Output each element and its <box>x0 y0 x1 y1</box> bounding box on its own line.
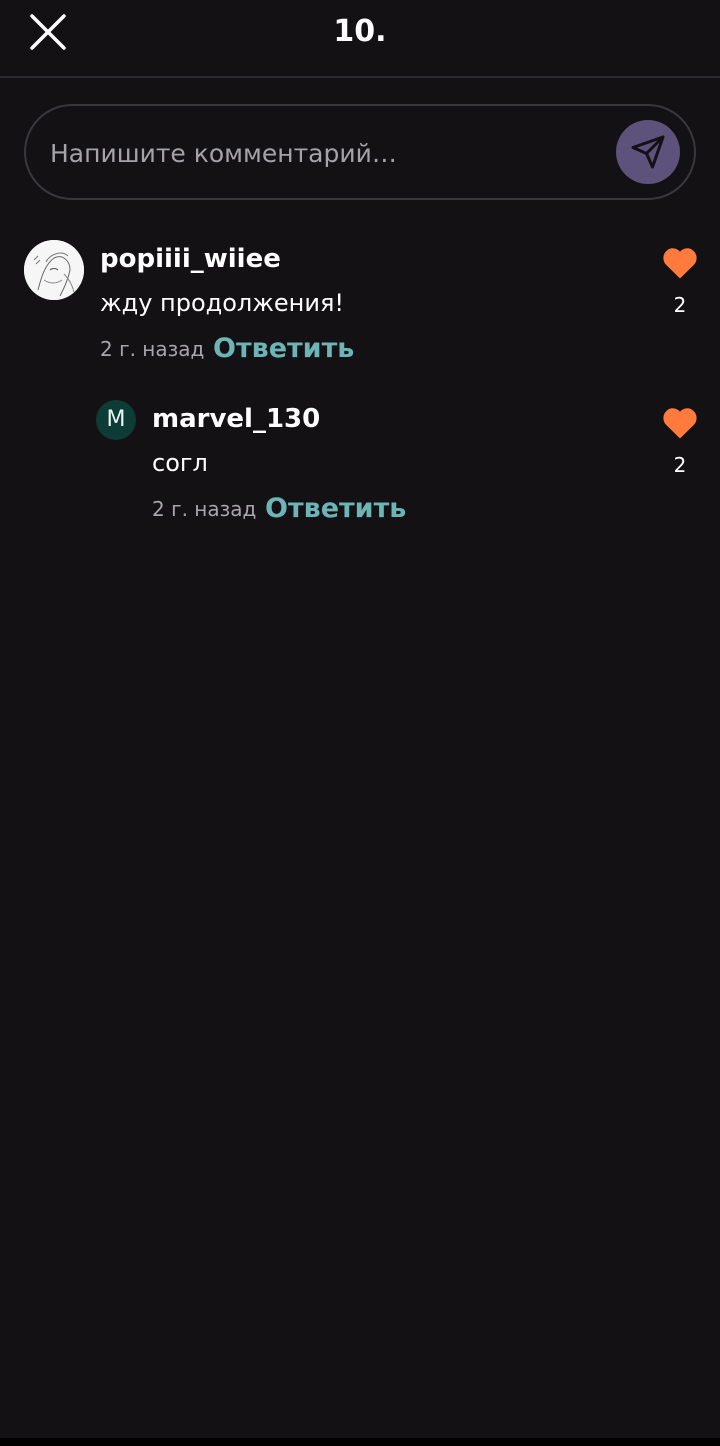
comment-text: согл <box>152 449 208 477</box>
like-count: 2 <box>673 453 687 477</box>
comment-text: жду продолжения! <box>100 289 345 317</box>
avatar[interactable] <box>24 240 84 300</box>
avatar-sketch-image <box>24 240 84 300</box>
page-title: 10. <box>333 14 387 49</box>
avatar[interactable]: M <box>96 400 136 440</box>
heart-icon <box>663 408 697 439</box>
like-button[interactable] <box>660 246 700 284</box>
bottom-edge <box>0 1438 720 1446</box>
top-bar: 10. <box>0 0 720 78</box>
like-button[interactable] <box>660 406 700 444</box>
comment-username[interactable]: popiiii_wiiee <box>100 242 281 276</box>
comment-input[interactable] <box>48 128 592 178</box>
reply-button[interactable]: Ответить <box>213 332 354 366</box>
heart-icon <box>663 248 697 279</box>
reply-button[interactable]: Ответить <box>265 492 406 526</box>
comment-username[interactable]: marvel_130 <box>152 402 320 436</box>
comment-time: 2 г. назад <box>100 337 205 361</box>
comment-time: 2 г. назад <box>152 497 257 521</box>
like-count: 2 <box>673 293 687 317</box>
send-button[interactable] <box>616 120 680 184</box>
comment-composer <box>24 104 696 200</box>
send-icon <box>631 135 665 169</box>
